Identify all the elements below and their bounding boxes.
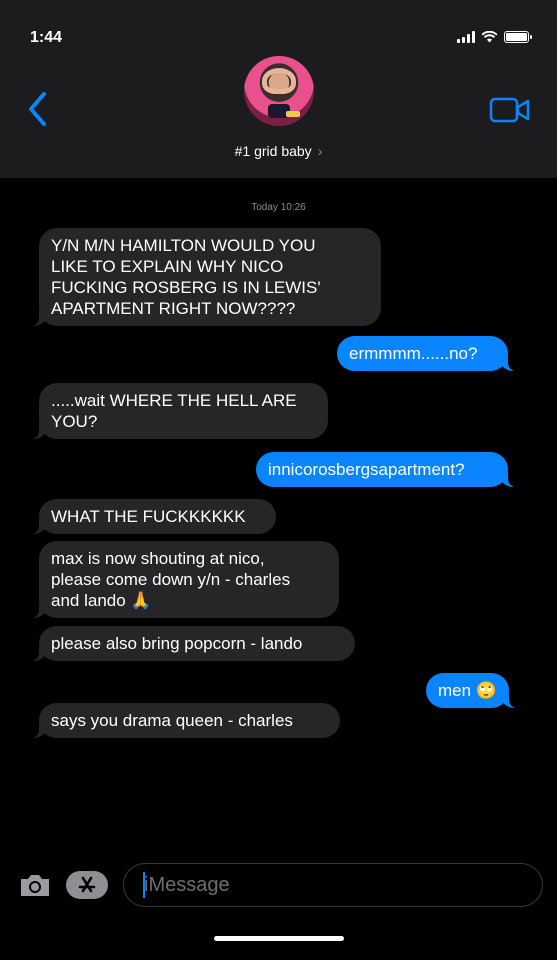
contact-avatar[interactable]: [244, 56, 314, 126]
incoming-message[interactable]: please also bring popcorn - lando: [29, 626, 355, 661]
conversation-header: 1:44 #1 grid baby ›: [0, 0, 557, 178]
incoming-message[interactable]: says you drama queen - charles: [29, 703, 340, 738]
thread-timestamp: Today 10:26: [251, 202, 306, 213]
video-call-icon[interactable]: [489, 96, 531, 124]
battery-icon: [504, 31, 532, 43]
outgoing-message[interactable]: innicorosbergsapartment?: [256, 452, 518, 487]
contact-name-button[interactable]: #1 grid baby ›: [0, 143, 557, 159]
message-input-field[interactable]: [123, 863, 543, 907]
contact-name: #1 grid baby: [234, 143, 312, 159]
outgoing-message[interactable]: ermmmm......no?: [337, 336, 518, 371]
incoming-message[interactable]: .....wait WHERE THE HELL ARE YOU?: [29, 383, 328, 439]
incoming-message[interactable]: Y/N M/N HAMILTON WOULD YOU LIKE TO EXPLA…: [29, 228, 381, 326]
outgoing-message[interactable]: men 🙄: [426, 673, 519, 708]
app-store-button[interactable]: [66, 871, 108, 899]
app-store-icon: [78, 876, 96, 893]
back-chevron-icon[interactable]: [24, 90, 54, 128]
incoming-message[interactable]: max is now shouting at nico, please come…: [29, 541, 339, 618]
camera-icon[interactable]: [18, 872, 52, 898]
status-time: 1:44: [30, 29, 63, 46]
status-icons: [457, 31, 532, 43]
signal-icon: [457, 31, 475, 43]
wifi-icon: [481, 31, 498, 43]
chevron-right-icon: ›: [317, 143, 323, 159]
message-input[interactable]: [144, 874, 524, 897]
incoming-message[interactable]: WHAT THE FUCKKKKKK: [29, 499, 276, 534]
home-indicator[interactable]: [214, 936, 344, 941]
